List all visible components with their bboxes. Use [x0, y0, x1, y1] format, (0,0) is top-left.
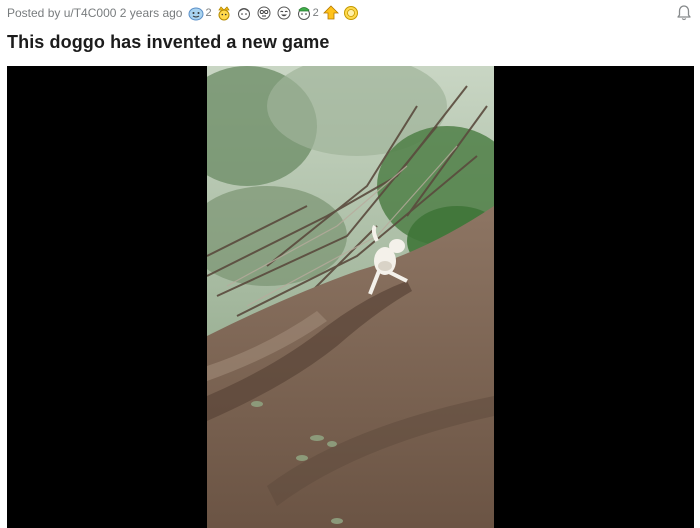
- laughing-award-icon: [277, 6, 291, 20]
- video-still-image: [207, 66, 494, 528]
- post-timestamp[interactable]: 2 years ago: [120, 6, 183, 20]
- award-5[interactable]: [276, 5, 292, 21]
- post-title[interactable]: This doggo has invented a new game: [7, 32, 329, 53]
- bell-icon: [677, 5, 691, 21]
- award-count: 2: [312, 7, 319, 19]
- green-award-icon: [297, 7, 310, 20]
- post-meta: Posted by u/T4C000 2 years ago: [7, 6, 182, 20]
- award-8[interactable]: [343, 5, 359, 21]
- post-header: Posted by u/T4C000 2 years ago 2 2: [7, 3, 694, 23]
- notification-bell-button[interactable]: [674, 3, 694, 23]
- award-2[interactable]: [216, 5, 232, 21]
- award-3[interactable]: [236, 5, 252, 21]
- award-4[interactable]: [256, 5, 272, 21]
- award-7[interactable]: [322, 5, 339, 21]
- award-count: 2: [205, 7, 212, 19]
- wearing-is-caring-award-icon: [257, 6, 271, 20]
- award-6[interactable]: 2: [296, 5, 319, 21]
- video-player[interactable]: [7, 66, 694, 528]
- author-link[interactable]: u/T4C000: [64, 6, 117, 20]
- helpful-award-icon: [343, 6, 358, 20]
- crown-award-icon: [217, 6, 230, 21]
- hugz-award-icon: [237, 8, 250, 20]
- award-1[interactable]: 2: [188, 5, 212, 21]
- wholesome-award-icon: [188, 7, 204, 21]
- posted-by-label: Posted by: [7, 6, 61, 20]
- awards-bar[interactable]: 2 2: [188, 5, 358, 21]
- video-frame: [207, 66, 494, 528]
- take-my-energy-award-icon: [322, 5, 339, 20]
